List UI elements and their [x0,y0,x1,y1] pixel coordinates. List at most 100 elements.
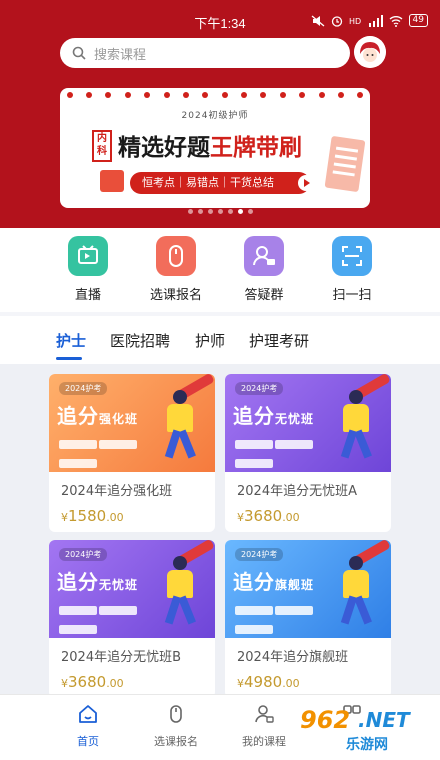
gift-icon [100,170,124,192]
tab-hospital-recruit[interactable]: 医院招聘 [110,330,170,351]
nav-my-courses[interactable]: 我的课程 [224,703,304,749]
search-input[interactable]: 搜索课程 [60,38,350,68]
course-cover: 2024护考 追分强化班 [49,374,215,472]
banner-year: 2024初级护师 [181,111,249,121]
price-integer: 1580 [68,507,107,525]
cover-title: 追分无忧班 [57,566,138,595]
price-currency: ¥ [237,511,244,524]
cover-tag: 2024护考 [235,548,284,561]
course-card[interactable]: 2024护考 追分强化班 2024年追分强化班 ¥1580.00 [49,374,215,532]
hd-icon: HD [349,17,361,26]
quick-menu: 直播 选课报名 答疑群 扫一扫 [0,228,440,312]
watermark-text: 乐游网 [346,737,388,753]
user-course-icon [255,705,274,723]
course-title: 2024年追分强化班 [61,484,173,499]
price-currency: ¥ [61,677,68,690]
signal-icon [368,14,383,27]
course-price: ¥3680.00 [61,672,124,691]
status-icons: HD 49 [311,14,428,27]
course-card[interactable]: 2024护考 追分旗舰班 2024年追分旗舰班 ¥4980.00 [225,540,391,698]
course-title: 2024年追分无忧班A [237,484,357,499]
course-price: ¥3680.00 [237,506,300,525]
cover-title-main: 追分 [57,404,99,428]
promo-banner[interactable]: 2024初级护师 内科 精选好题王牌带刷 恒考点｜易错点｜干货总结 [60,88,370,208]
tab-nursing-postgrad[interactable]: 护理考研 [249,330,309,351]
mouse-icon [156,236,196,276]
running-figure-icon [157,556,205,626]
scan-icon [332,236,372,276]
course-card[interactable]: 2024护考 追分无忧班 2024年追分无忧班A ¥3680.00 [225,374,391,532]
quick-item-enroll[interactable]: 选课报名 [136,236,216,303]
course-price: ¥1580.00 [61,506,124,525]
nav-label: 首页 [77,735,99,748]
course-cover: 2024护考 追分无忧班 [225,374,391,472]
watermark-number: 962 [300,706,351,734]
play-icon[interactable] [298,175,314,191]
cover-title: 追分旗舰班 [233,566,314,595]
banner-binding-holes [60,88,370,102]
price-currency: ¥ [237,677,244,690]
user-chat-icon [244,236,284,276]
quick-item-live[interactable]: 直播 [48,236,128,303]
pagination-dot [187,209,193,214]
nav-label: 选课报名 [154,735,198,748]
quick-item-label: 答疑群 [244,288,284,303]
header: 下午1:34 HD 49 搜索课程 2024初级护师 内科 精选好题王牌带刷 恒… [0,0,440,228]
banner-title-red: 王牌带刷 [210,135,302,161]
nav-home[interactable]: 首页 [48,703,128,749]
status-bar: 下午1:34 HD 49 [0,10,440,34]
document-icon [324,135,366,193]
running-figure-icon [333,556,381,626]
cover-title-main: 追分 [233,570,275,594]
pagination-dot [247,209,253,214]
watermark-net: .NET [358,708,410,732]
price-decimal: .00 [106,677,124,690]
price-integer: 3680 [244,507,283,525]
cover-tag: 2024护考 [59,548,108,561]
cover-title-sub: 强化班 [99,412,139,426]
cover-chips [59,600,149,638]
course-grid: 2024护考 追分强化班 2024年追分强化班 ¥1580.00 2024护考 … [0,364,440,698]
price-integer: 4980 [244,673,283,691]
mouse-icon [170,705,182,723]
nav-enroll[interactable]: 选课报名 [136,703,216,749]
quick-item-qa-group[interactable]: 答疑群 [224,236,304,303]
cover-tag: 2024护考 [59,382,108,395]
home-icon [79,705,97,723]
cover-tag: 2024护考 [235,382,284,395]
avatar[interactable] [354,36,386,68]
pagination-dot [197,209,203,214]
running-figure-icon [333,390,381,460]
nav-label: 我的课程 [242,735,286,748]
cover-title-sub: 无忧班 [275,412,315,426]
cover-title-main: 追分 [57,570,99,594]
price-decimal: .00 [282,677,300,690]
tab-nurse[interactable]: 护士 [56,330,86,351]
tv-icon [68,236,108,276]
course-cover: 2024护考 追分无忧班 [49,540,215,638]
avatar-icon [354,36,386,68]
battery-icon: 49 [408,14,428,27]
quick-item-label: 选课报名 [149,288,202,303]
cover-title-main: 追分 [233,404,275,428]
cover-chips [235,434,325,472]
price-currency: ¥ [61,511,68,524]
course-price: ¥4980.00 [237,672,300,691]
tab-nurse-practitioner[interactable]: 护师 [195,330,225,351]
running-figure-icon [157,390,205,460]
quick-item-label: 直播 [74,288,101,303]
price-integer: 3680 [68,673,107,691]
cover-title: 追分强化班 [57,400,138,429]
course-cover: 2024护考 追分旗舰班 [225,540,391,638]
search-icon [72,46,86,60]
site-watermark: 962 .NET 乐游网 [300,706,436,756]
svg-text:HD: HD [349,17,361,26]
pagination-dot [227,209,233,214]
search-placeholder: 搜索课程 [94,47,147,63]
price-decimal: .00 [106,511,124,524]
cover-title-sub: 旗舰班 [275,578,315,592]
quick-item-scan[interactable]: 扫一扫 [312,236,392,303]
course-title: 2024年追分无忧班B [61,650,182,665]
cover-chips [235,600,325,638]
course-card[interactable]: 2024护考 追分无忧班 2024年追分无忧班B ¥3680.00 [49,540,215,698]
